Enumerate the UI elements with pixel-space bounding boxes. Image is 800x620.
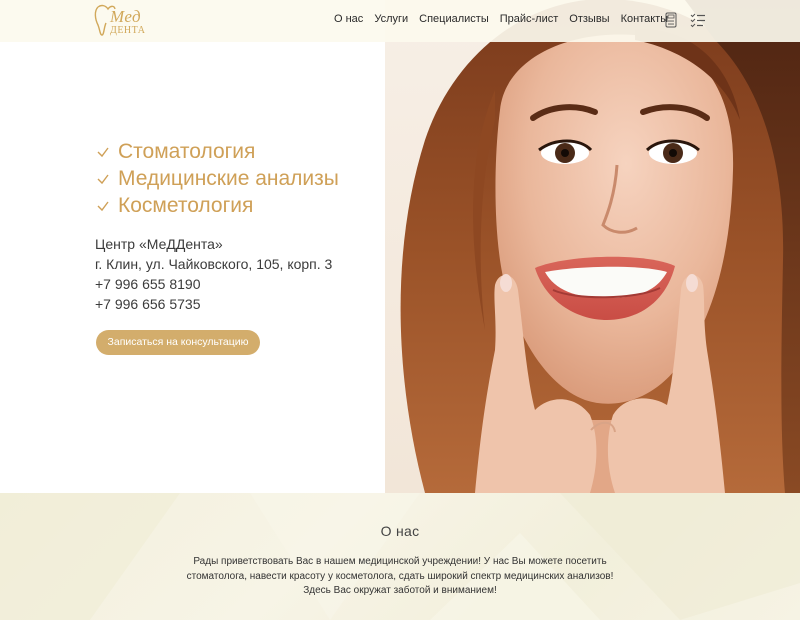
nav-about[interactable]: О нас xyxy=(334,13,363,25)
clinic-address: г. Клин, ул. Чайковского, 105, корп. 3 xyxy=(95,256,333,272)
about-section: О нас Рады приветствовать Вас в нашем ме… xyxy=(0,493,800,620)
nav-services[interactable]: Услуги xyxy=(374,13,408,25)
about-text: Рады приветствовать Вас в нашем медицинс… xyxy=(0,555,800,599)
contacts-block: Центр «МеДДента» г. Клин, ул. Чайковског… xyxy=(95,234,332,314)
book-consultation-button[interactable]: Записаться на консультацию xyxy=(96,330,260,355)
logo-subword: ДЕНТА xyxy=(110,25,146,36)
checklist-icon[interactable] xyxy=(690,12,706,28)
service-item: Косметология xyxy=(96,192,339,219)
service-label: Медицинские анализы xyxy=(118,166,339,190)
check-icon xyxy=(97,174,109,184)
service-item: Стоматология xyxy=(96,138,339,165)
hero-photo xyxy=(385,0,800,493)
logo[interactable]: Мед ДЕНТА xyxy=(94,3,154,39)
check-icon xyxy=(97,147,109,157)
nav-price-list[interactable]: Прайс-лист xyxy=(500,13,559,25)
service-label: Стоматология xyxy=(118,139,256,163)
nav-reviews[interactable]: Отзывы xyxy=(569,13,609,25)
about-line: Здесь Вас окружат заботой и вниманием! xyxy=(303,585,497,596)
main-nav: О нас Услуги Специалисты Прайс-лист Отзы… xyxy=(334,13,668,25)
clinic-name: Центр «МеДДента» xyxy=(95,236,223,252)
phone-link[interactable]: +7 996 655 8190 xyxy=(95,274,332,294)
about-line: Рады приветствовать Вас в нашем медицинс… xyxy=(193,556,607,567)
service-label: Косметология xyxy=(118,193,254,217)
site-header: Мед ДЕНТА О нас Услуги Специалисты Прайс… xyxy=(0,0,800,42)
nav-specialists[interactable]: Специалисты xyxy=(419,13,489,25)
about-title: О нас xyxy=(380,523,420,539)
calculator-icon[interactable] xyxy=(665,12,677,28)
services-list: Стоматология Медицинские анализы Космето… xyxy=(96,138,339,219)
nav-contacts[interactable]: Контакты xyxy=(621,13,669,25)
service-item: Медицинские анализы xyxy=(96,165,339,192)
phone-link[interactable]: +7 996 656 5735 xyxy=(95,294,332,314)
check-icon xyxy=(97,201,109,211)
logo-word: Мед xyxy=(110,7,142,26)
about-line: стоматолога, навести красоту у косметоло… xyxy=(186,570,614,582)
hero-section: Стоматология Медицинские анализы Космето… xyxy=(0,0,800,493)
